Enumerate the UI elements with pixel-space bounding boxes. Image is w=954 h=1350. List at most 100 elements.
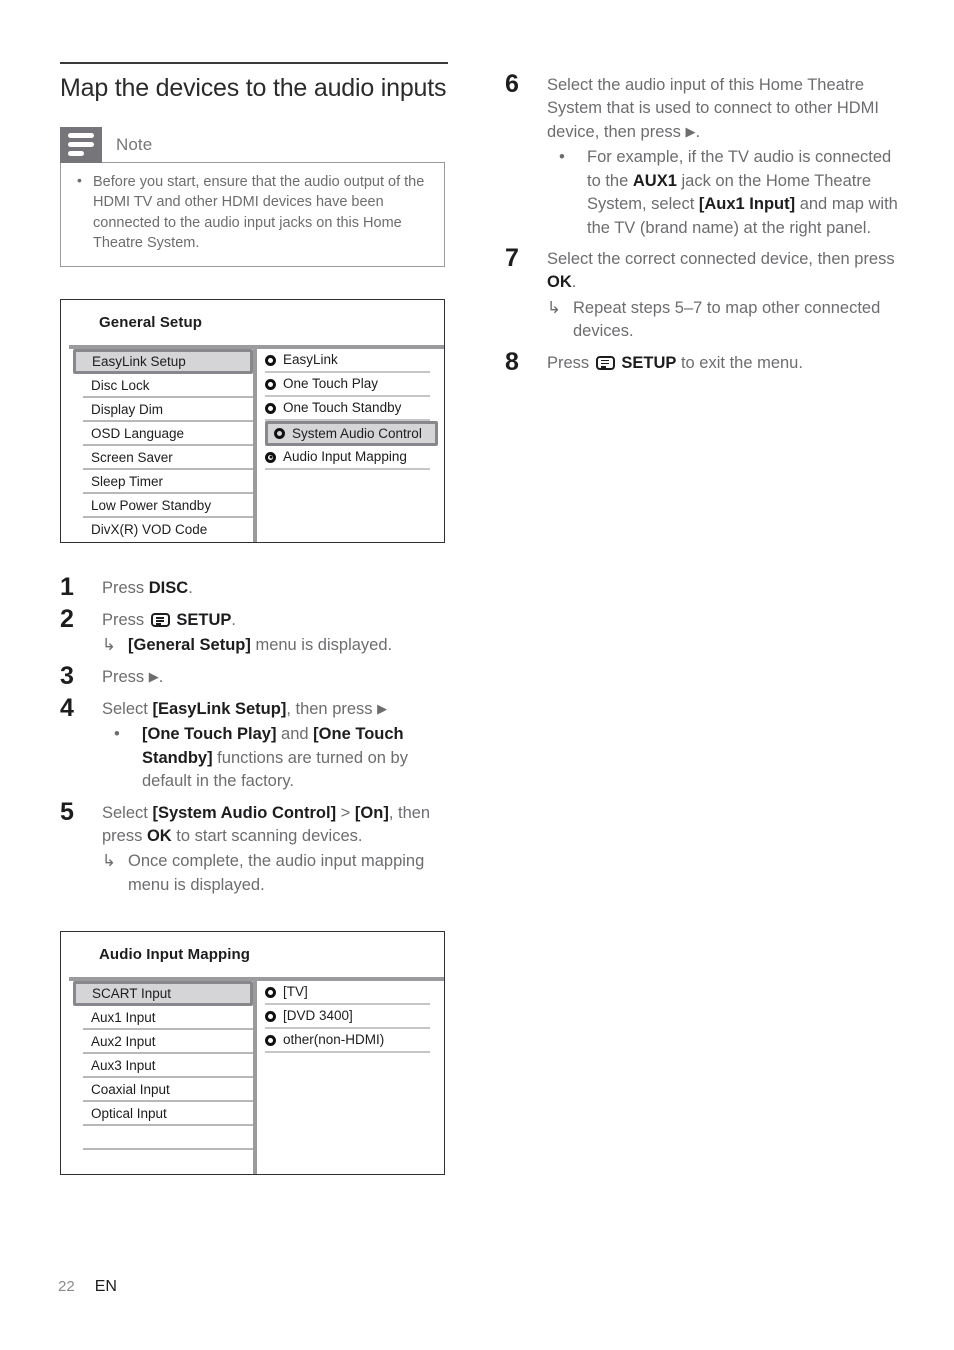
instruction-step: 4 Select [EasyLink Setup], then press ▶ • […	[60, 694, 450, 794]
step-sub-item: ↳ Repeat steps 5–7 to map other connected…	[547, 297, 905, 344]
general-setup-option[interactable]: Audio Input Mapping	[265, 446, 430, 471]
radio-button-icon	[265, 378, 276, 390]
step-sub-text: Once complete, the audio input mapping m…	[128, 852, 425, 894]
result-arrow-icon: ↳	[102, 636, 116, 655]
step-sub-text: [General Setup] menu is displayed.	[128, 636, 393, 655]
step-body: Press ▶.	[102, 662, 450, 690]
general-setup-option[interactable]: System Audio Control	[265, 421, 438, 447]
general-setup-option[interactable]	[265, 494, 430, 518]
note-list: Before you start, ensure that the audio …	[75, 171, 430, 254]
left-column: Map the devices to the audio inputs Note…	[60, 62, 450, 1205]
step-number: 4	[60, 693, 74, 722]
step-body: Select [EasyLink Setup], then press ▶ • [O…	[102, 694, 450, 794]
audio-input-mapping-option[interactable]	[265, 1101, 430, 1125]
step-body: Press DISC.	[102, 573, 450, 601]
audio-input-mapping-item[interactable]: Aux3 Input	[83, 1054, 253, 1079]
note-header: Note	[60, 126, 445, 163]
audio-input-mapping-option[interactable]	[265, 1077, 430, 1101]
page-number: 22	[58, 1278, 75, 1295]
step-text: Press SETUP.	[102, 611, 236, 630]
page-language: EN	[94, 1278, 117, 1295]
step-number: 1	[60, 573, 74, 602]
instruction-step: 8 Press SETUP to exit the menu.	[505, 348, 905, 376]
general-setup-option[interactable]: EasyLink	[265, 349, 430, 374]
steps-left: 1 Press DISC. 2 Press SETUP. ↳ [General Setup…	[60, 573, 450, 897]
step-body: Select the correct connected device, the…	[547, 244, 905, 344]
general-setup-option[interactable]	[265, 518, 430, 542]
bullet-icon: •	[114, 725, 120, 744]
bullet-icon: •	[559, 148, 565, 167]
general-setup-option[interactable]: One Touch Standby	[265, 397, 430, 422]
step-number: 3	[60, 661, 74, 690]
step-number: 7	[505, 243, 519, 272]
audio-input-mapping-menu-title: Audio Input Mapping	[99, 946, 251, 964]
audio-input-mapping-item[interactable]: Coaxial Input	[83, 1078, 253, 1103]
general-setup-item[interactable]: OSD Language	[83, 422, 253, 447]
note-item: Before you start, ensure that the audio …	[75, 171, 430, 254]
instruction-step: 5 Select [System Audio Control] > [On], t…	[60, 798, 450, 898]
general-setup-left-list: EasyLink Setup Disc Lock Display Dim OSD La…	[61, 349, 253, 542]
page-footer: 22 EN	[58, 1278, 117, 1296]
audio-input-mapping-menu-columns: SCART Input Aux1 Input Aux2 Input Aux3 Inpu…	[61, 981, 444, 1175]
general-setup-item[interactable]: Screen Saver	[83, 446, 253, 471]
step-text: Press ▶.	[102, 667, 164, 686]
general-setup-menu: General Setup EasyLink Setup Disc Lock Dis…	[60, 299, 445, 544]
step-sub-item: ↳ [General Setup] menu is displayed.	[102, 634, 450, 657]
step-number: 2	[60, 605, 74, 634]
audio-input-mapping-option[interactable]	[265, 1149, 430, 1173]
audio-input-mapping-option[interactable]: other(non-HDMI)	[265, 1029, 430, 1054]
audio-input-mapping-item[interactable]: Aux2 Input	[83, 1030, 253, 1055]
general-setup-option-label: System Audio Control	[292, 426, 422, 442]
general-setup-option[interactable]: One Touch Play	[265, 373, 430, 398]
audio-input-mapping-option-label: [DVD 3400]	[283, 1008, 353, 1024]
result-arrow-icon: ↳	[547, 298, 561, 317]
radio-button-icon	[265, 1034, 276, 1046]
audio-input-mapping-option[interactable]	[265, 1053, 430, 1077]
audio-input-mapping-item[interactable]: Aux1 Input	[83, 1006, 253, 1031]
step-body: Press SETUP. ↳ [General Setup] menu is dis…	[102, 605, 450, 658]
audio-input-mapping-option-label: [TV]	[283, 984, 308, 1000]
audio-input-mapping-left-list: SCART Input Aux1 Input Aux2 Input Aux3 Inpu…	[61, 981, 253, 1174]
step-text: Select [EasyLink Setup], then press ▶	[102, 699, 388, 718]
general-setup-option-label: Audio Input Mapping	[283, 449, 407, 465]
step-text: Select the correct connected device, the…	[547, 249, 895, 292]
radio-button-icon	[265, 354, 276, 366]
general-setup-item[interactable]: Disc Lock	[83, 374, 253, 399]
audio-input-mapping-item[interactable]: Optical Input	[83, 1102, 253, 1127]
steps-right: 6 Select the audio input of this Home The…	[505, 70, 905, 376]
radio-button-icon	[265, 1010, 276, 1022]
step-body: Select the audio input of this Home Thea…	[547, 70, 905, 240]
step-text: Press DISC.	[102, 579, 193, 598]
instruction-step: 6 Select the audio input of this Home The…	[505, 70, 905, 240]
general-setup-item[interactable]: Display Dim	[83, 398, 253, 423]
radio-button-icon	[265, 402, 276, 414]
result-arrow-icon: ↳	[102, 852, 116, 871]
general-setup-item[interactable]: Sleep Timer	[83, 470, 253, 495]
instruction-step: 1 Press DISC.	[60, 573, 450, 601]
general-setup-option[interactable]	[265, 470, 430, 494]
instruction-step: 3 Press ▶.	[60, 662, 450, 690]
audio-input-mapping-right-list: [TV] [DVD 3400] other(non-HDMI)	[257, 981, 444, 1174]
note-body: Before you start, ensure that the audio …	[60, 161, 445, 268]
general-setup-item[interactable]: Low Power Standby	[83, 494, 253, 519]
audio-input-mapping-item[interactable]	[83, 1126, 253, 1151]
step-number: 5	[60, 797, 74, 826]
audio-input-mapping-option[interactable]: [TV]	[265, 981, 430, 1006]
step-sub-text: For example, if the TV audio is connecte…	[587, 148, 898, 237]
step-text: Select [System Audio Control] > [On], th…	[102, 803, 431, 846]
step-text: Select the audio input of this Home Thea…	[547, 76, 879, 141]
audio-input-mapping-option[interactable]: [DVD 3400]	[265, 1005, 430, 1030]
audio-input-mapping-option[interactable]	[265, 1125, 430, 1149]
step-text: Press SETUP to exit the menu.	[547, 353, 803, 372]
general-setup-item[interactable]: DivX(R) VOD Code	[83, 518, 253, 542]
general-setup-item[interactable]: EasyLink Setup	[73, 349, 253, 375]
audio-input-mapping-item[interactable]: SCART Input	[73, 981, 253, 1007]
step-sub-item: • [One Touch Play] and [One Touch Standby…	[102, 723, 450, 793]
audio-input-mapping-option-label: other(non-HDMI)	[283, 1032, 385, 1048]
audio-input-mapping-item[interactable]	[83, 1150, 253, 1174]
right-column: 6 Select the audio input of this Home The…	[505, 70, 905, 380]
note-lines-icon	[60, 126, 102, 163]
note-label: Note	[116, 134, 153, 154]
heading-rule	[60, 62, 448, 64]
general-setup-option-label: One Touch Standby	[283, 400, 402, 416]
